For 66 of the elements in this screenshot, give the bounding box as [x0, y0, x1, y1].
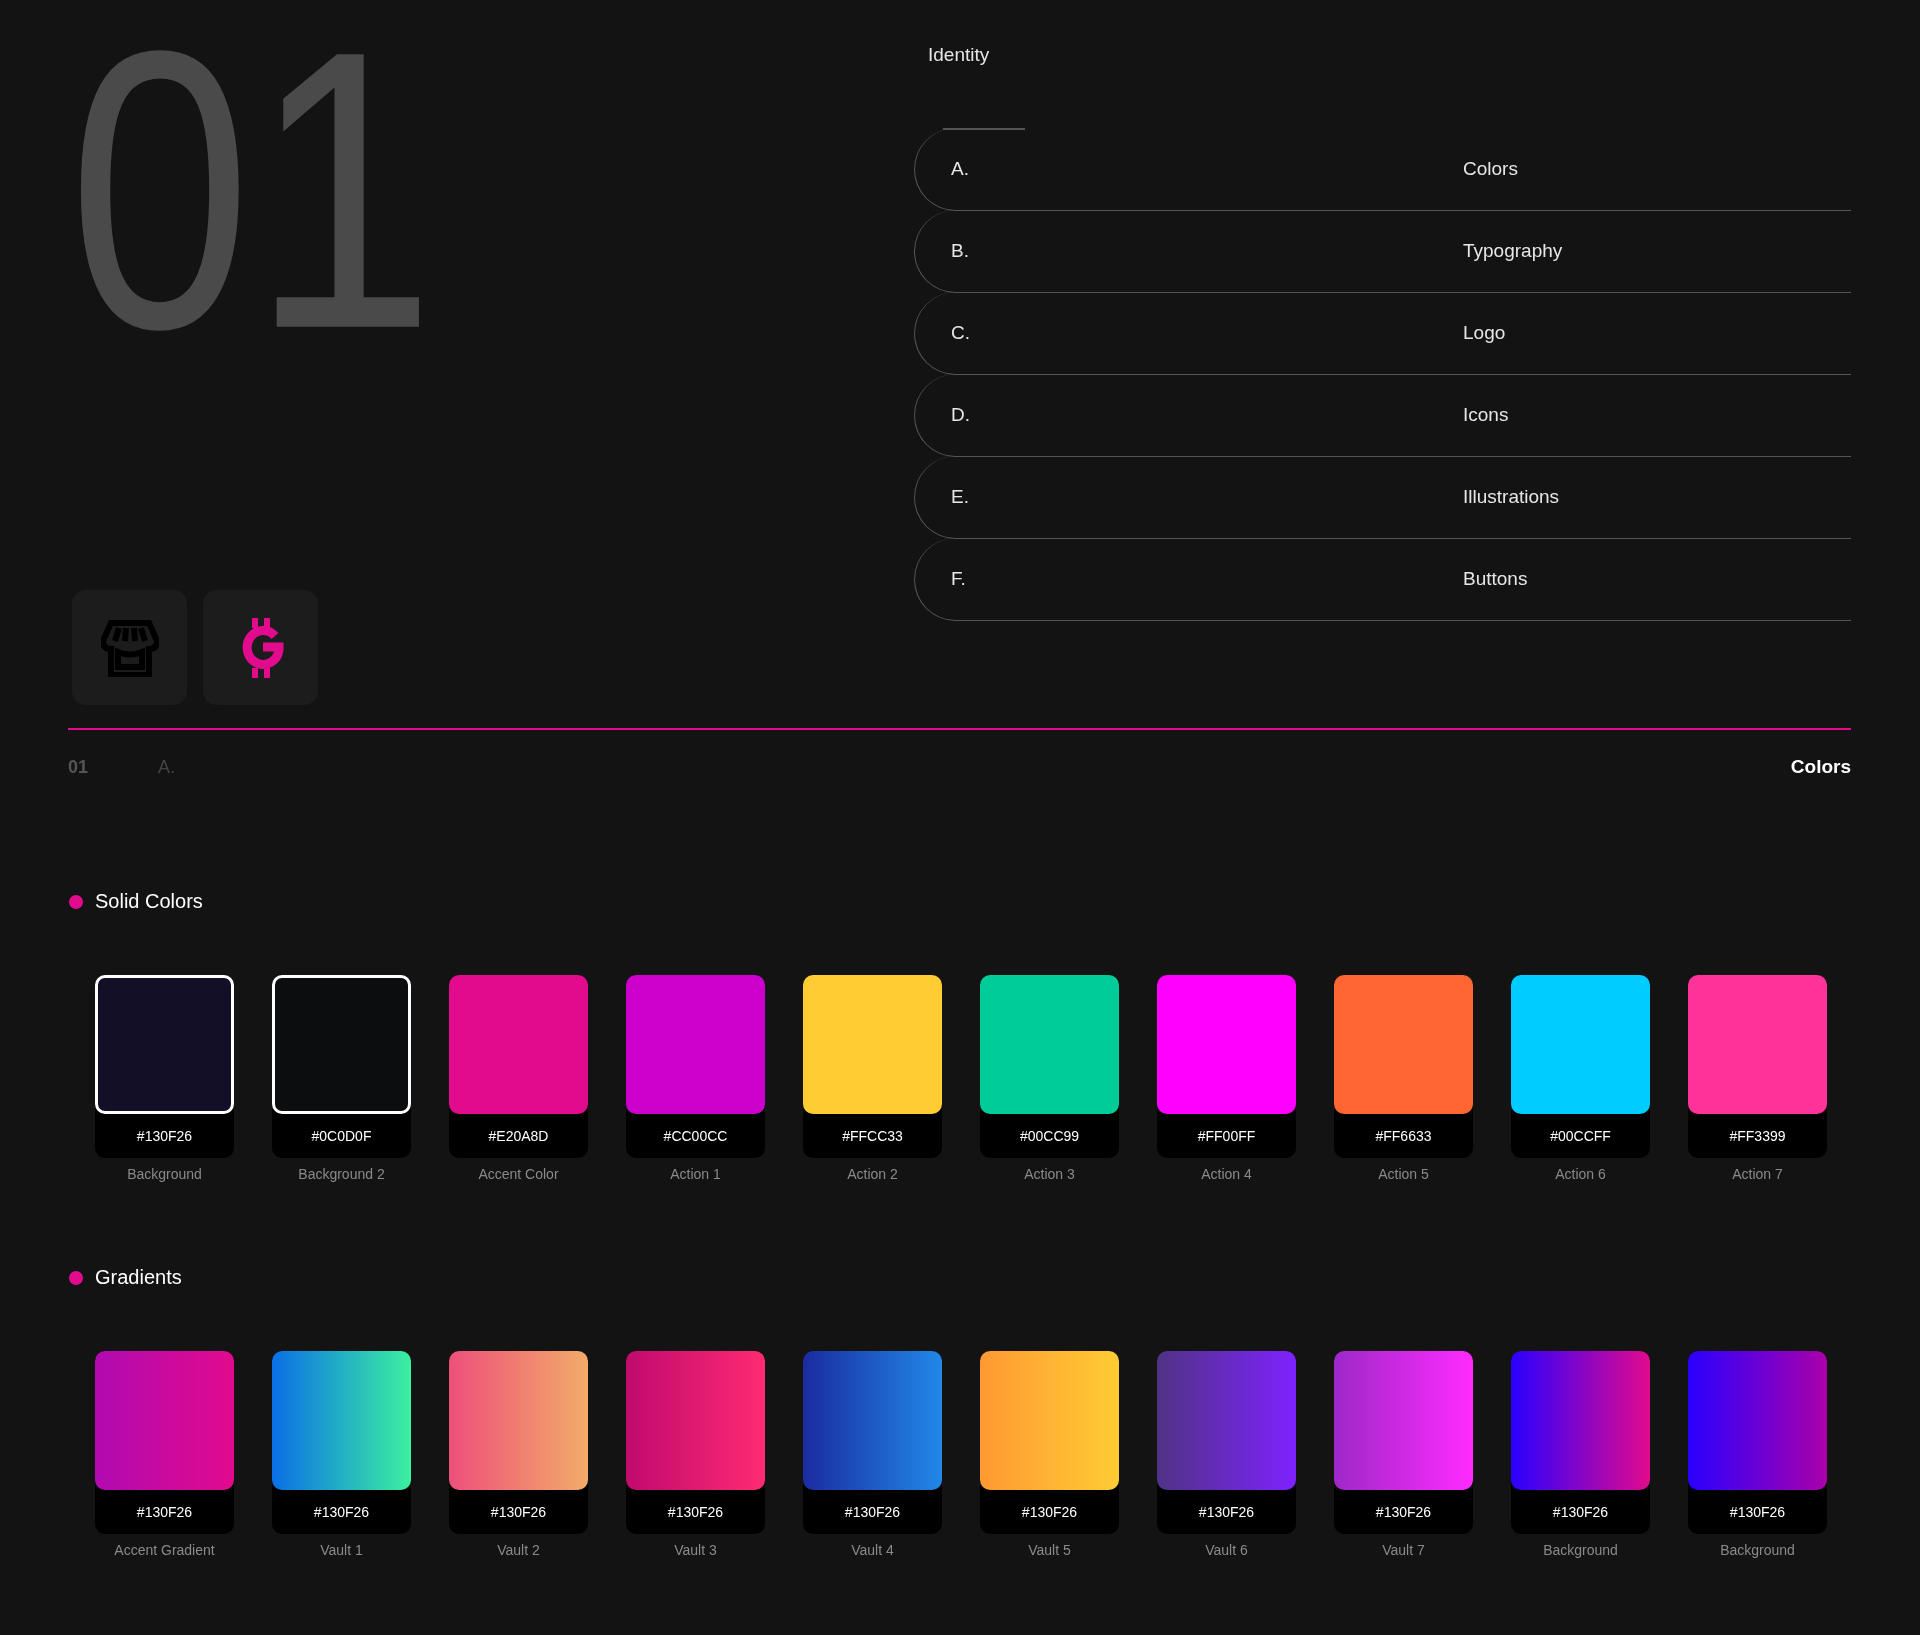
- section-heading: Gradients: [95, 1266, 182, 1289]
- menu-letter: C.: [951, 322, 970, 344]
- hex-code: #130F26: [844, 1504, 901, 1520]
- swatch-name: Vault 4: [851, 1542, 894, 1558]
- swatch-name: Action 3: [1024, 1166, 1075, 1182]
- hex-code: #0C0D0F: [311, 1128, 372, 1144]
- menu-letter: F.: [951, 568, 966, 590]
- bullet-dot: [69, 1270, 83, 1285]
- menu-row[interactable]: B. Typography: [914, 210, 1851, 293]
- menu-label: Buttons: [1463, 568, 1528, 590]
- hex-code: #130F26: [1198, 1504, 1255, 1520]
- hex-code: #FF3399: [1729, 1128, 1786, 1144]
- hex-code: #130F26: [136, 1504, 193, 1520]
- menu-label: Illustrations: [1463, 486, 1560, 508]
- hex-code: #130F26: [667, 1504, 724, 1520]
- meta-number: 01: [68, 756, 90, 778]
- menu-row[interactable]: F. Buttons: [914, 538, 1851, 621]
- swatch-name: Action 4: [1201, 1166, 1252, 1182]
- swatch-name: Vault 7: [1382, 1542, 1425, 1558]
- menu-letter: E.: [951, 486, 969, 508]
- swatch-name: Action 7: [1732, 1166, 1783, 1182]
- hex-code: #130F26: [490, 1504, 547, 1520]
- hex-code: #E20A8D: [488, 1128, 549, 1144]
- menu-row[interactable]: C. Logo: [914, 292, 1851, 375]
- store-icon: [100, 618, 159, 677]
- meta-title: Colors: [1790, 756, 1851, 778]
- hex-code: #FF00FF: [1197, 1128, 1256, 1144]
- hex-code: #00CC99: [1019, 1128, 1080, 1144]
- menu-label: Icons: [1463, 404, 1509, 426]
- menu-label: Typography: [1463, 240, 1563, 262]
- hex-code: #FFCC33: [842, 1128, 903, 1144]
- hex-code: #130F26: [1552, 1504, 1609, 1520]
- swatch-name: Action 1: [670, 1166, 721, 1182]
- menu-row[interactable]: E. Illustrations: [914, 456, 1851, 539]
- swatch-name: Background: [127, 1166, 202, 1182]
- menu-letter: D.: [951, 404, 970, 426]
- swatch-name: Vault 5: [1028, 1542, 1071, 1558]
- section-heading: Solid Colors: [95, 890, 203, 913]
- hex-code: #FF6633: [1375, 1128, 1432, 1144]
- hex-code: #00CCFF: [1550, 1128, 1611, 1144]
- hex-code: #130F26: [1729, 1504, 1786, 1520]
- hex-code: #CC00CC: [663, 1128, 728, 1144]
- hex-code: #130F26: [1375, 1504, 1432, 1520]
- menu-letter: A.: [951, 158, 969, 180]
- swatch-name: Action 2: [847, 1166, 898, 1182]
- swatch-name: Background 2: [298, 1166, 385, 1182]
- hex-code: #130F26: [1021, 1504, 1078, 1520]
- swatch-name: Accent Color: [478, 1166, 559, 1182]
- swatch-name: Action 6: [1555, 1166, 1606, 1182]
- identity-title: Identity: [928, 44, 990, 66]
- menu-row[interactable]: A. Colors: [914, 128, 1851, 211]
- hex-code: #130F26: [313, 1504, 370, 1520]
- swatch-name: Vault 3: [674, 1542, 717, 1558]
- swatch-name: Vault 6: [1205, 1542, 1248, 1558]
- menu-label: Colors: [1463, 158, 1518, 180]
- swatch-name: Action 5: [1378, 1166, 1429, 1182]
- swatch-name: Background: [1543, 1542, 1618, 1558]
- swatch-name: Background: [1720, 1542, 1795, 1558]
- menu-letter: B.: [951, 240, 969, 262]
- menu-label: Logo: [1463, 322, 1506, 344]
- swatch-name: Vault 2: [497, 1542, 540, 1558]
- swatch-name: Accent Gradient: [114, 1542, 215, 1558]
- menu-row[interactable]: D. Icons: [914, 374, 1851, 457]
- swatch-name: Vault 1: [320, 1542, 363, 1558]
- bullet-dot: [69, 894, 83, 909]
- hex-code: #130F26: [136, 1128, 193, 1144]
